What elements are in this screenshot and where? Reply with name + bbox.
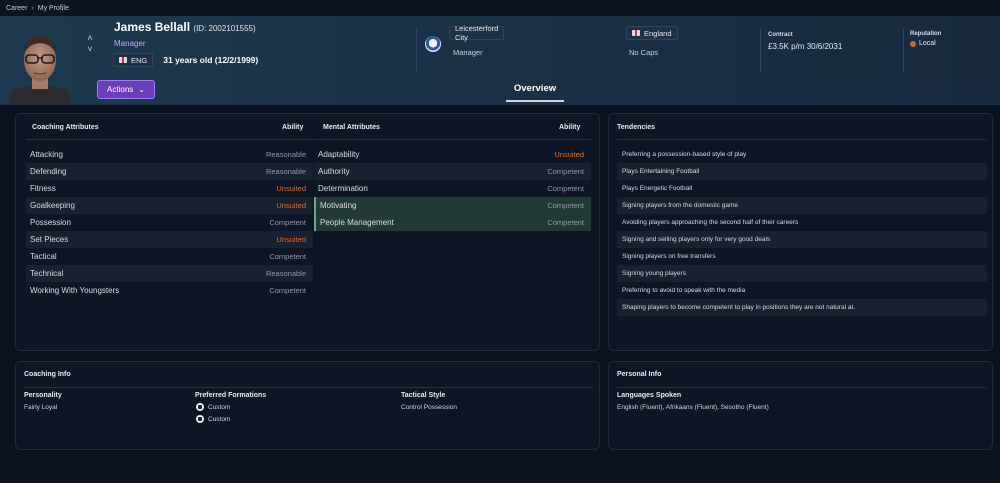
list-item[interactable]: Plays Entertaining Football [617, 163, 987, 180]
contract-block: Contract £3.5K p/m 30/6/2031 [768, 32, 842, 51]
contract-value: £3.5K p/m 30/6/2031 [768, 42, 843, 51]
breadcrumb-root[interactable]: Career [6, 5, 27, 12]
reputation-label: Reputation [910, 31, 942, 37]
list-item[interactable]: Plays Energetic Football [617, 180, 987, 197]
divider [617, 387, 987, 388]
list-item[interactable]: People Management Competent [314, 214, 591, 231]
list-item[interactable]: Defending Reasonable [26, 163, 313, 180]
chevron-down-icon: ⌄ [138, 85, 145, 94]
list-item[interactable]: Adaptability Unsuited [314, 146, 591, 163]
list-item[interactable]: Technical Reasonable [26, 265, 313, 282]
chevron-down-icon[interactable]: ˅ [87, 45, 92, 54]
list-item[interactable]: Possession Competent [26, 214, 313, 231]
list-item[interactable]: Working With Youngsters Competent [26, 282, 313, 299]
tendencies-title: Tendencies [617, 124, 655, 131]
mental-ability-label: Ability [559, 124, 581, 131]
list-item[interactable]: Preferring to avoid to speak with the me… [617, 282, 987, 299]
reputation-value: Local [910, 40, 941, 47]
coaching-info-panel: Coaching Info Personality Fairly Loyal P… [15, 361, 600, 450]
chevron-right-icon: › [31, 4, 34, 12]
personality-label: Personality [24, 392, 62, 399]
list-item[interactable]: Motivating Competent [314, 197, 591, 214]
divider [24, 387, 593, 388]
breadcrumb: Career › My Profile [0, 0, 1000, 16]
header-divider [416, 28, 417, 72]
country-block: England No Caps [626, 26, 678, 57]
formation-item[interactable]: Custom [196, 403, 230, 411]
attributes-panel: Coaching Attributes Ability Mental Attri… [15, 113, 600, 351]
formation-item[interactable]: Custom [196, 415, 230, 423]
nationality-chip[interactable]: ENG [113, 53, 154, 67]
coaching-attributes-list: Attacking Reasonable Defending Reasonabl… [26, 146, 313, 299]
contract-label: Contract [768, 32, 793, 38]
tactical-style-label: Tactical Style [401, 392, 446, 399]
actions-button[interactable]: Actions ⌄ [97, 80, 155, 99]
country-name: England [644, 28, 672, 38]
mental-attributes-title: Mental Attributes [323, 124, 380, 131]
list-item[interactable]: Fitness Unsuited [26, 180, 313, 197]
flag-icon [632, 30, 640, 36]
profile-header: ˄ ˅ James Bellall (ID: 2002101555) Manag… [0, 16, 1000, 105]
list-item[interactable]: Set Pieces Unsuited [26, 231, 313, 248]
breadcrumb-current: My Profile [37, 4, 69, 12]
reputation-block: Reputation Local [910, 31, 941, 47]
coaching-ability-label: Ability [282, 124, 304, 131]
football-icon [196, 403, 204, 411]
player-age: 31 years old (12/2/1999) [163, 55, 259, 65]
club-name: Leicesterford City [455, 24, 499, 42]
divider [617, 139, 987, 140]
list-item[interactable]: Attacking Reasonable [26, 146, 313, 163]
list-item[interactable]: Goalkeeping Unsuited [26, 197, 313, 214]
tab-overview[interactable]: Overview [506, 82, 564, 102]
player-id: (ID: 2002101555) [193, 24, 256, 33]
player-role: Manager [114, 39, 146, 48]
actions-label: Actions [107, 85, 134, 94]
football-icon [196, 415, 204, 423]
profile-nav-arrows: ˄ ˅ [84, 34, 96, 54]
formations-label: Preferred Formations [195, 392, 267, 399]
personal-info-panel: Personal Info Languages Spoken English (… [608, 361, 993, 450]
list-item[interactable]: Signing players from the domestic game [617, 197, 987, 214]
nationality-row: ENG 31 years old (12/2/1999) [113, 53, 258, 67]
divider [26, 139, 313, 140]
languages-label: Languages Spoken [617, 392, 682, 399]
list-item[interactable]: Signing and selling players only for ver… [617, 231, 987, 248]
tendencies-panel: Tendencies Preferring a possession-based… [608, 113, 993, 351]
country-caps: No Caps [629, 48, 659, 57]
flag-icon [119, 57, 127, 63]
list-item[interactable]: Preferring a possession-based style of p… [617, 146, 987, 163]
player-name-text: James Bellall [114, 20, 191, 34]
header-divider [903, 28, 904, 72]
club-badge-icon [425, 36, 441, 52]
chevron-up-icon[interactable]: ˄ [87, 34, 92, 43]
list-item[interactable]: Signing players on free transfers [617, 248, 987, 265]
coaching-attributes-title: Coaching Attributes [32, 124, 99, 131]
nationality-code: ENG [131, 55, 148, 65]
club-chip[interactable]: Leicesterford City [449, 24, 505, 42]
list-item[interactable]: Shaping players to become competent to p… [617, 299, 987, 316]
personal-info-title: Personal Info [617, 371, 662, 378]
header-divider [760, 28, 761, 72]
country-chip[interactable]: England [626, 26, 678, 40]
reputation-text: Local [919, 40, 936, 47]
personality-value: Fairly Loyal [24, 404, 58, 411]
player-name: James Bellall (ID: 2002101555) [114, 20, 256, 34]
list-item[interactable]: Tactical Competent [26, 248, 313, 265]
list-item[interactable]: Signing young players [617, 265, 987, 282]
mental-attributes-list: Adaptability Unsuited Authority Competen… [314, 146, 591, 231]
divider [314, 139, 591, 140]
list-item[interactable]: Authority Competent [314, 163, 591, 180]
club-role: Manager [453, 48, 483, 57]
languages-value: English (Fluent), Afrikaans (Fluent), Se… [617, 404, 769, 411]
list-item[interactable]: Avoiding players approaching the second … [617, 214, 987, 231]
avatar [8, 22, 72, 105]
tactical-style-value: Control Possession [401, 404, 457, 411]
coaching-info-title: Coaching Info [24, 371, 71, 378]
list-item[interactable]: Determination Competent [314, 180, 591, 197]
reputation-icon [910, 40, 916, 47]
tendencies-list: Preferring a possession-based style of p… [617, 146, 987, 316]
